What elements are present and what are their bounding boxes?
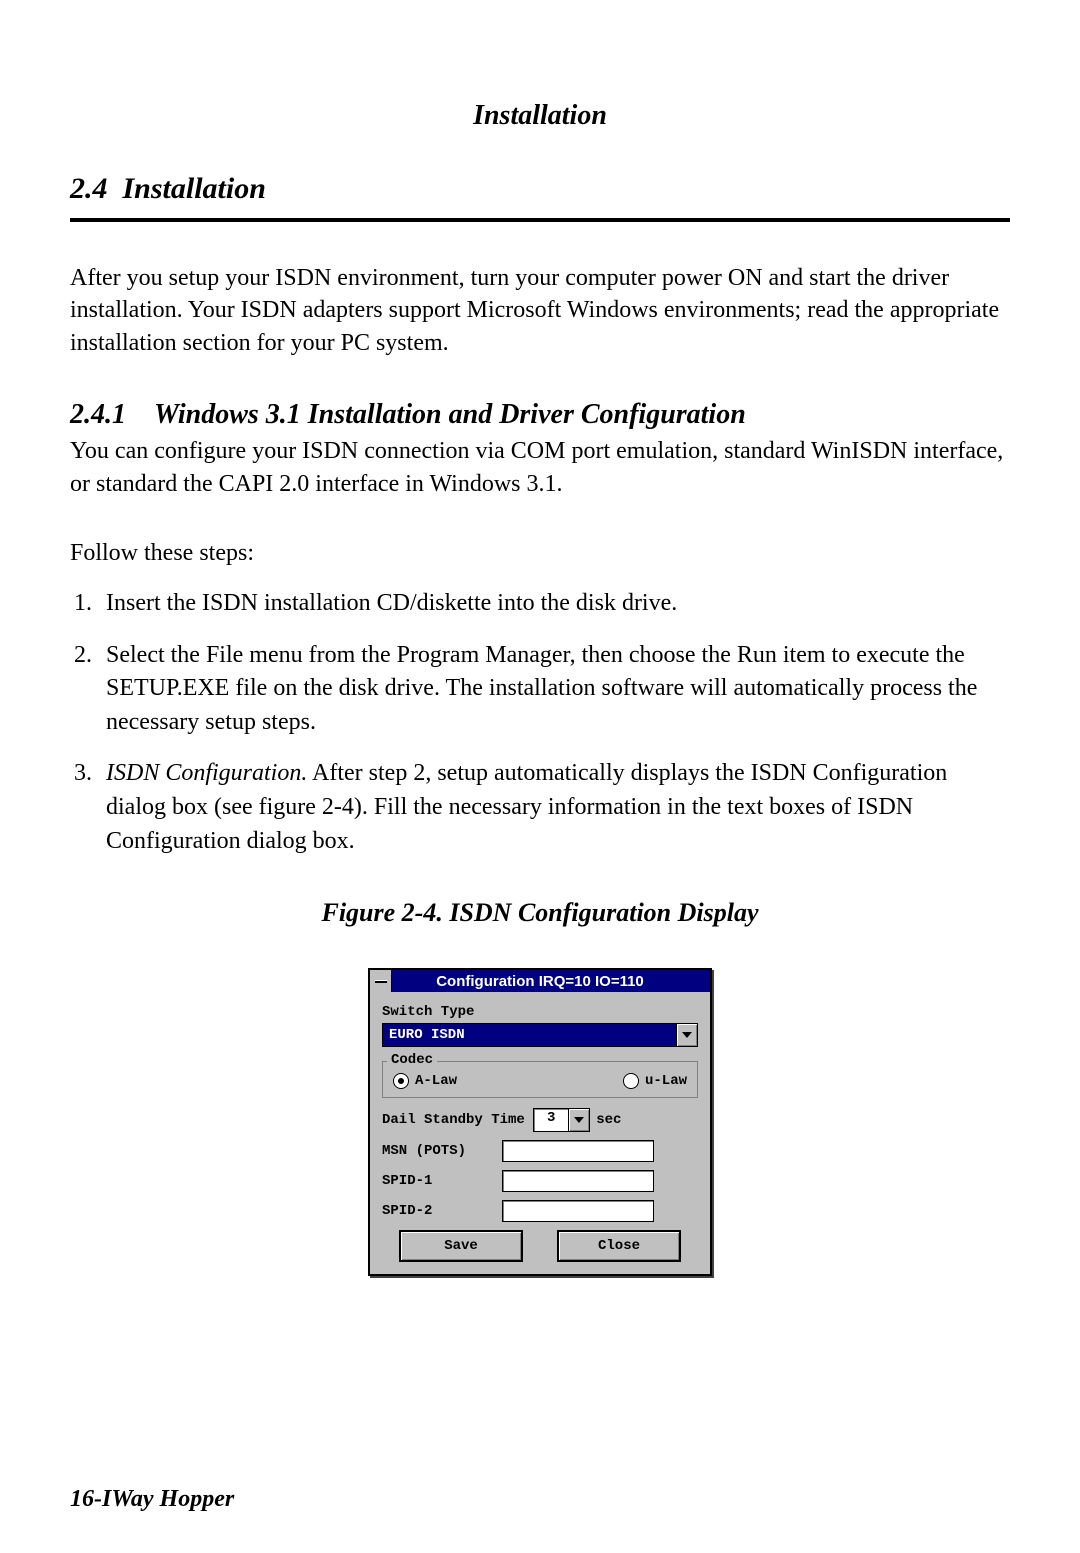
msn-row: MSN (POTS) bbox=[382, 1140, 698, 1162]
codec-label: Codec bbox=[387, 1052, 437, 1068]
radio-label: u-Law bbox=[645, 1073, 687, 1089]
subsection-heading: 2.4.1 Windows 3.1 Installation and Drive… bbox=[70, 399, 1010, 431]
system-menu-icon bbox=[375, 980, 387, 983]
step-text: Select the File menu from the Program Ma… bbox=[106, 642, 977, 735]
system-menu-button[interactable] bbox=[370, 970, 392, 992]
switch-type-combo[interactable]: EURO ISDN bbox=[382, 1023, 698, 1047]
standby-label: Dail Standby Time bbox=[382, 1112, 525, 1128]
dialog-button-row: Save Close bbox=[382, 1230, 698, 1262]
radio-icon bbox=[623, 1073, 639, 1089]
combo-dropdown-button[interactable] bbox=[676, 1024, 697, 1046]
subsection-intro: You can configure your ISDN connection v… bbox=[70, 435, 1010, 500]
codec-a-law-radio[interactable]: A-Law bbox=[393, 1073, 457, 1089]
switch-type-label: Switch Type bbox=[382, 1004, 698, 1020]
msn-label: MSN (POTS) bbox=[382, 1143, 502, 1159]
figure-caption: Figure 2-4. ISDN Configuration Display bbox=[70, 898, 1010, 928]
steps-list: Insert the ISDN installation CD/diskette… bbox=[70, 587, 1010, 858]
msn-input[interactable] bbox=[502, 1140, 654, 1162]
dialog-title: Configuration IRQ=10 IO=110 bbox=[392, 973, 710, 990]
standby-input[interactable]: 3 bbox=[533, 1108, 569, 1132]
dialog-body: Switch Type EURO ISDN Codec A-Law u-Law bbox=[370, 992, 710, 1274]
spid1-input[interactable] bbox=[502, 1170, 654, 1192]
spid2-label: SPID-2 bbox=[382, 1203, 502, 1219]
codec-groupbox: Codec A-Law u-Law bbox=[382, 1061, 698, 1098]
codec-u-law-radio[interactable]: u-Law bbox=[623, 1073, 687, 1089]
section-rule bbox=[70, 218, 1010, 222]
spid1-label: SPID-1 bbox=[382, 1173, 502, 1189]
intro-paragraph: After you setup your ISDN environment, t… bbox=[70, 262, 1010, 359]
step-item: ISDN Configuration. After step 2, setup … bbox=[98, 757, 1010, 858]
section-title: Installation bbox=[123, 172, 266, 205]
step-text: Insert the ISDN installation CD/diskette… bbox=[106, 590, 677, 616]
section-number: 2.4 bbox=[70, 172, 108, 205]
standby-row: Dail Standby Time 3 sec bbox=[382, 1108, 698, 1132]
switch-type-value: EURO ISDN bbox=[383, 1024, 676, 1046]
step-lead: ISDN Configuration. bbox=[106, 760, 307, 786]
follow-steps-label: Follow these steps: bbox=[70, 540, 1010, 567]
spid2-row: SPID-2 bbox=[382, 1200, 698, 1222]
save-button[interactable]: Save bbox=[399, 1230, 523, 1262]
spid2-input[interactable] bbox=[502, 1200, 654, 1222]
spid1-row: SPID-1 bbox=[382, 1170, 698, 1192]
close-button[interactable]: Close bbox=[557, 1230, 681, 1262]
step-item: Select the File menu from the Program Ma… bbox=[98, 639, 1010, 740]
subsection-number: 2.4.1 bbox=[70, 399, 126, 430]
page-footer: 16-IWay Hopper bbox=[70, 1486, 234, 1513]
standby-unit: sec bbox=[596, 1112, 621, 1128]
step-item: Insert the ISDN installation CD/diskette… bbox=[98, 587, 1010, 621]
chevron-down-icon bbox=[574, 1117, 584, 1123]
standby-stepper[interactable] bbox=[569, 1108, 590, 1132]
chevron-down-icon bbox=[682, 1032, 692, 1038]
subsection-title: Windows 3.1 Installation and Driver Conf… bbox=[154, 399, 746, 430]
chapter-header: Installation bbox=[70, 100, 1010, 132]
dialog-titlebar[interactable]: Configuration IRQ=10 IO=110 bbox=[370, 970, 710, 992]
isdn-config-dialog: Configuration IRQ=10 IO=110 Switch Type … bbox=[368, 968, 712, 1276]
radio-label: A-Law bbox=[415, 1073, 457, 1089]
radio-icon bbox=[393, 1073, 409, 1089]
section-heading: 2.4 Installation bbox=[70, 172, 1010, 206]
document-page: Installation 2.4 Installation After you … bbox=[0, 0, 1080, 1553]
